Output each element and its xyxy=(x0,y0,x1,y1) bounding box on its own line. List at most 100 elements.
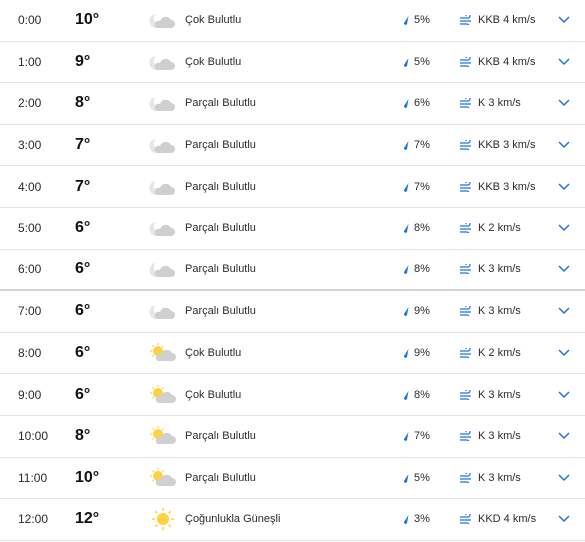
hour-precip-value: 7% xyxy=(414,180,430,193)
hour-temp: 10° xyxy=(75,468,100,486)
hour-row[interactable]: 6:00 6° Parçalı Bulutlu 8% K 3 km/s xyxy=(0,250,585,292)
hour-temp: 6° xyxy=(75,219,91,237)
hour-precip: 8% xyxy=(402,208,430,249)
chevron-down-icon[interactable] xyxy=(556,83,572,124)
hour-precip-value: 6% xyxy=(414,97,430,110)
cloud-night-icon xyxy=(148,125,178,166)
hour-precip: 3% xyxy=(402,499,430,540)
hour-row[interactable]: 4:00 7° Parçalı Bulutlu 7% KKB 3 km/s xyxy=(0,166,585,208)
hour-wind-value: KKB 3 km/s xyxy=(478,180,536,193)
hour-wind-value: K 3 km/s xyxy=(478,305,521,318)
hour-precip: 8% xyxy=(402,250,430,290)
wind-icon xyxy=(460,348,471,359)
hour-wind: K 3 km/s xyxy=(459,416,521,457)
hour-wind: KKB 4 km/s xyxy=(459,42,535,83)
wind-icon xyxy=(460,98,471,109)
hour-wind-value: K 3 km/s xyxy=(478,263,521,276)
cloud-night-icon xyxy=(148,42,178,83)
hour-wind-value: KKD 4 km/s xyxy=(478,513,537,526)
hour-row[interactable]: 10:00 8° Parçalı Bulutlu 7% K 3 km/s xyxy=(0,416,585,458)
chevron-down-icon[interactable] xyxy=(556,250,572,290)
chevron-down-icon[interactable] xyxy=(556,291,572,332)
hour-time: 11:00 xyxy=(18,470,48,485)
hour-condition: Çok Bulutlu xyxy=(185,14,242,27)
cloud-night-icon xyxy=(148,0,178,41)
hour-temp: 7° xyxy=(75,136,91,154)
hour-precip: 9% xyxy=(402,291,430,332)
hour-condition: Parçalı Bulutlu xyxy=(185,430,256,443)
hour-wind: K 3 km/s xyxy=(459,374,521,415)
hour-row[interactable]: 2:00 8° Parçalı Bulutlu 6% K 3 km/s xyxy=(0,83,585,125)
hour-wind-value: KKB 4 km/s xyxy=(478,55,536,68)
hour-precip-value: 8% xyxy=(414,263,430,276)
hour-wind: KKB 4 km/s xyxy=(459,0,535,41)
hour-row[interactable]: 7:00 6° Parçalı Bulutlu 9% K 3 km/s xyxy=(0,291,585,333)
hour-time: 3:00 xyxy=(18,138,42,153)
sun-cloud-icon xyxy=(148,458,178,499)
hour-precip-value: 8% xyxy=(414,388,430,401)
hour-row[interactable]: 1:00 9° Çok Bulutlu 5% KKB 4 km/s xyxy=(0,42,585,84)
wind-icon xyxy=(460,514,471,525)
wind-icon xyxy=(460,431,471,442)
wind-icon xyxy=(460,389,471,400)
wind-icon xyxy=(460,472,471,483)
hour-wind-value: KKB 3 km/s xyxy=(478,139,536,152)
chevron-down-icon[interactable] xyxy=(556,458,572,499)
raindrop-icon xyxy=(403,16,409,26)
wind-icon xyxy=(460,306,471,317)
cloud-night-icon xyxy=(148,208,178,249)
wind-icon xyxy=(460,264,471,275)
hour-condition: Parçalı Bulutlu xyxy=(185,222,256,235)
hour-condition: Parçalı Bulutlu xyxy=(185,97,256,110)
hour-time: 4:00 xyxy=(18,179,42,194)
hour-wind: K 2 km/s xyxy=(459,333,521,374)
raindrop-icon xyxy=(403,473,409,483)
hour-condition: Parçalı Bulutlu xyxy=(185,263,256,276)
hour-row[interactable]: 11:00 10° Parçalı Bulutlu 5% K 3 km/s xyxy=(0,458,585,500)
cloud-night-icon xyxy=(148,83,178,124)
hour-precip: 5% xyxy=(402,458,430,499)
cloud-night-icon xyxy=(148,250,178,290)
raindrop-icon xyxy=(403,141,409,150)
hour-precip-value: 3% xyxy=(414,513,430,526)
cloud-night-icon xyxy=(148,291,178,332)
hour-precip-value: 8% xyxy=(414,222,430,235)
raindrop-icon xyxy=(403,390,409,400)
hour-row[interactable]: 5:00 6° Parçalı Bulutlu 8% K 2 km/s xyxy=(0,208,585,250)
chevron-down-icon[interactable] xyxy=(556,42,572,83)
hour-wind: K 3 km/s xyxy=(459,250,521,290)
hour-condition: Parçalı Bulutlu xyxy=(185,180,256,193)
chevron-down-icon[interactable] xyxy=(556,416,572,457)
hour-row[interactable]: 8:00 6° Çok Bulutlu 9% K 2 km/s xyxy=(0,333,585,375)
hour-wind-value: K 3 km/s xyxy=(478,430,521,443)
sun-cloud-icon xyxy=(148,333,178,374)
chevron-down-icon[interactable] xyxy=(556,333,572,374)
hour-time: 12:00 xyxy=(18,512,49,527)
chevron-down-icon[interactable] xyxy=(556,374,572,415)
hour-precip: 7% xyxy=(402,416,430,457)
chevron-down-icon[interactable] xyxy=(556,0,572,41)
hour-condition: Çok Bulutlu xyxy=(185,388,242,401)
hour-condition: Parçalı Bulutlu xyxy=(185,139,256,152)
hour-row[interactable]: 3:00 7° Parçalı Bulutlu 7% KKB 3 km/s xyxy=(0,125,585,167)
hour-precip: 7% xyxy=(402,125,430,166)
raindrop-icon xyxy=(403,224,409,234)
wind-icon xyxy=(460,223,471,234)
chevron-down-icon[interactable] xyxy=(556,166,572,207)
hour-row[interactable]: 12:00 12° Çoğunlukla Güneşli 3% KKD 4 km… xyxy=(0,499,585,541)
hour-precip-value: 9% xyxy=(414,347,430,360)
hour-time: 10:00 xyxy=(18,429,49,444)
hour-time: 0:00 xyxy=(18,13,42,28)
raindrop-icon xyxy=(403,182,409,192)
chevron-down-icon[interactable] xyxy=(556,499,572,540)
raindrop-icon xyxy=(403,432,409,442)
hour-temp: 8° xyxy=(75,427,91,445)
raindrop-icon xyxy=(403,57,409,67)
hour-row[interactable]: 9:00 6° Çok Bulutlu 8% K 3 km/s xyxy=(0,374,585,416)
hour-row[interactable]: 0:00 10° Çok Bulutlu 5% KKB 4 km/s xyxy=(0,0,585,42)
chevron-down-icon[interactable] xyxy=(556,125,572,166)
hour-wind-value: K 3 km/s xyxy=(478,97,521,110)
hour-time: 2:00 xyxy=(18,96,42,111)
hour-condition: Parçalı Bulutlu xyxy=(185,305,256,318)
chevron-down-icon[interactable] xyxy=(556,208,572,249)
